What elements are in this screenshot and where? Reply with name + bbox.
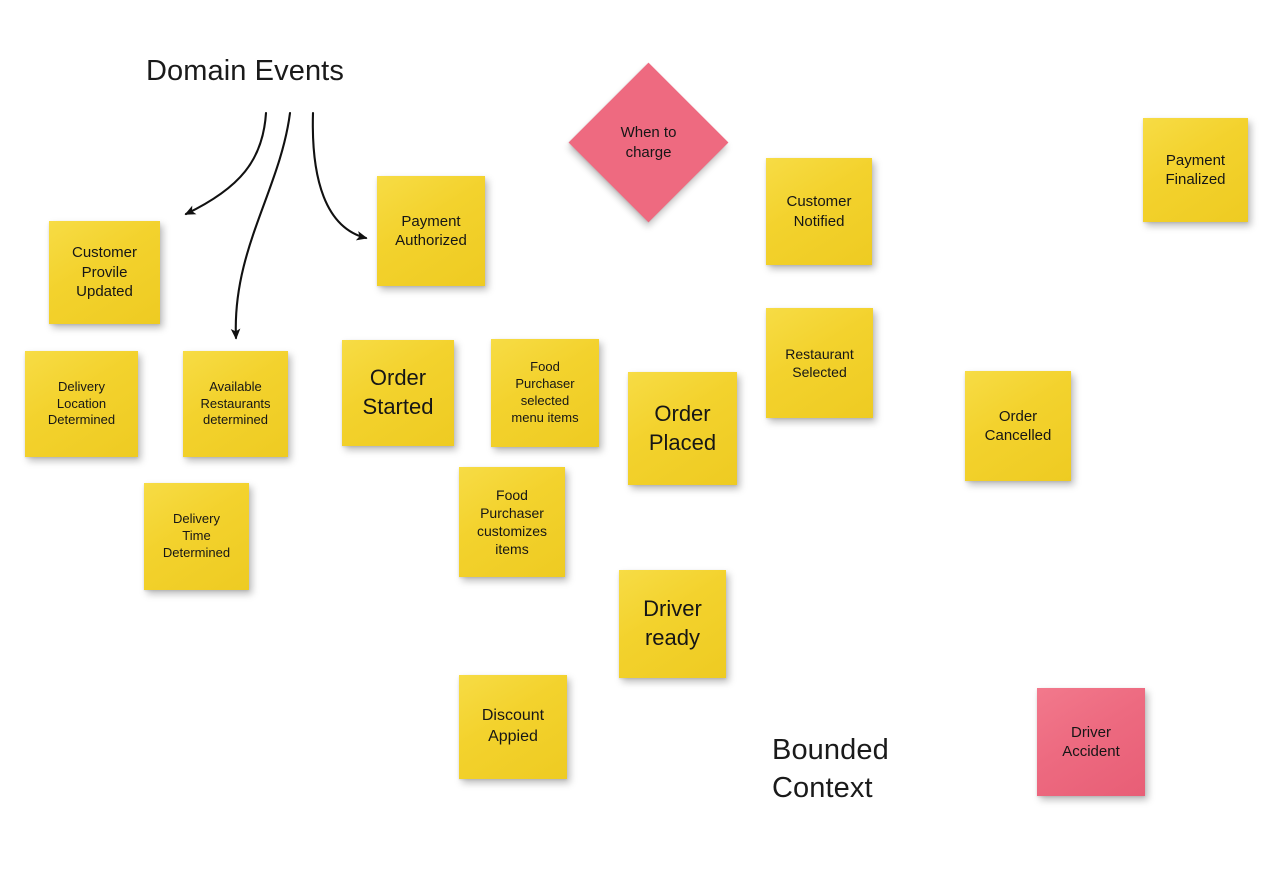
sticky-note-available-restaurants-determined[interactable]: Available Restaurants determined <box>183 351 288 457</box>
sticky-note-payment-finalized[interactable]: Payment Finalized <box>1143 118 1248 222</box>
sticky-note-delivery-location-determined[interactable]: Delivery Location Determined <box>25 351 138 457</box>
section-title-bounded-context: Bounded Context <box>772 734 889 805</box>
hotspot-note-label: When to charge <box>620 123 677 161</box>
sticky-note-restaurant-selected[interactable]: Restaurant Selected <box>766 308 873 418</box>
sticky-note-order-cancelled[interactable]: Order Cancelled <box>965 371 1071 481</box>
sticky-note-driver-ready[interactable]: Driver ready <box>619 570 726 678</box>
sticky-note-payment-authorized[interactable]: Payment Authorized <box>377 176 485 286</box>
hotspot-note-when-to-charge[interactable]: When to charge <box>568 62 729 223</box>
sticky-note-customer-provile-updated[interactable]: Customer Provile Updated <box>49 221 160 324</box>
sticky-note-order-started[interactable]: Order Started <box>342 340 454 446</box>
arrow-to-customer-provile-updated <box>184 111 268 216</box>
page-title-domain-events: Domain Events <box>146 55 344 87</box>
arrow-to-available-restaurants-determined <box>230 111 292 340</box>
event-storming-board: Domain Events Bounded Context When to ch… <box>0 0 1280 872</box>
sticky-note-discount-appied[interactable]: Discount Appied <box>459 675 567 779</box>
arrow-to-payment-authorized <box>311 111 368 241</box>
sticky-note-order-placed[interactable]: Order Placed <box>628 372 737 485</box>
sticky-note-delivery-time-determined[interactable]: Delivery Time Determined <box>144 483 249 590</box>
sticky-note-food-purchaser-selected-menu-items[interactable]: Food Purchaser selected menu items <box>491 339 599 447</box>
sticky-note-customer-notified[interactable]: Customer Notified <box>766 158 872 265</box>
sticky-note-food-purchaser-customizes-items[interactable]: Food Purchaser customizes items <box>459 467 565 577</box>
sticky-note-driver-accident[interactable]: Driver Accident <box>1037 688 1145 796</box>
